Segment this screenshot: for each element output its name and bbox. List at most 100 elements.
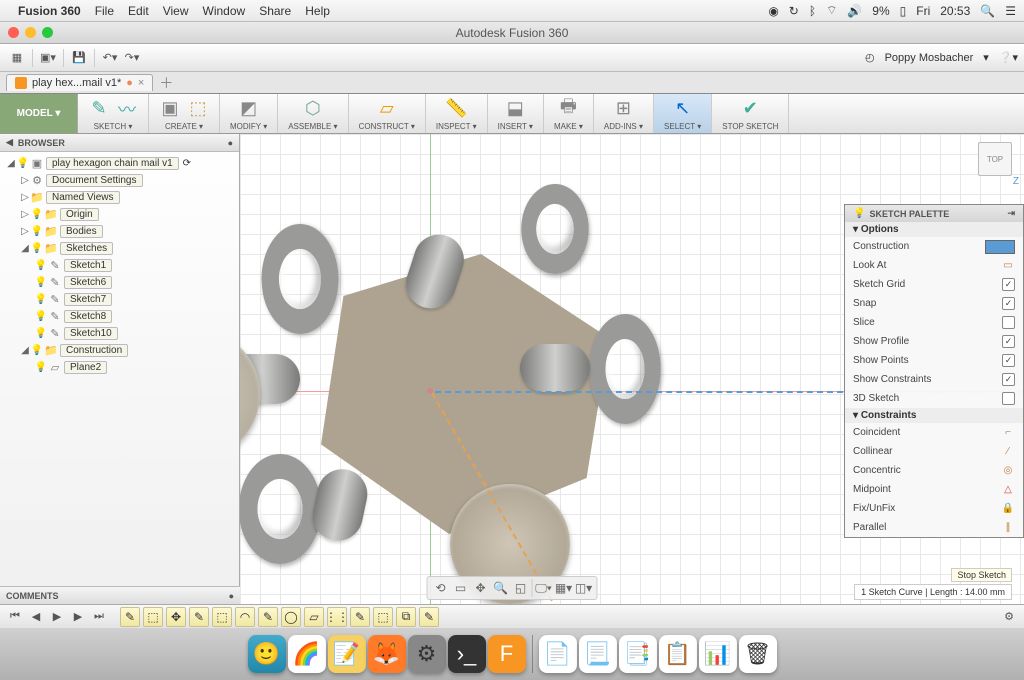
grid-icon[interactable]: ▦▾ (555, 579, 573, 597)
feature-mirror[interactable]: ⧉ (396, 607, 416, 627)
tool-make[interactable]: 🖶MAKE ▾ (544, 94, 594, 133)
timeline-settings-icon[interactable]: ⚙ (1000, 608, 1018, 626)
tool-assemble[interactable]: ⬡ASSEMBLE ▾ (278, 94, 348, 133)
checkbox[interactable] (1002, 335, 1015, 348)
node-bodies[interactable]: ▷📁Bodies (0, 223, 239, 240)
timeline-end[interactable]: ⏭ (90, 608, 108, 626)
feature-extrude[interactable]: ⬚ (373, 607, 393, 627)
bulb-icon[interactable] (34, 259, 48, 273)
save-icon[interactable]: 💾 (68, 47, 90, 69)
lookat-icon[interactable]: ▭ (1001, 260, 1015, 271)
checkbox[interactable] (1002, 354, 1015, 367)
node-sketch6[interactable]: ✎Sketch6 (0, 274, 239, 291)
fusion-icon[interactable]: F (488, 635, 526, 673)
doc-icon[interactable]: 📋 (659, 635, 697, 673)
tool-modify[interactable]: ◩MODIFY ▾ (220, 94, 278, 133)
opt-3dsketch[interactable]: 3D Sketch (845, 389, 1023, 408)
firefox-icon[interactable]: 🦊 (368, 635, 406, 673)
doc-icon[interactable]: 📃 (579, 635, 617, 673)
lookat-icon[interactable]: ▭ (452, 579, 470, 597)
undo-icon[interactable]: ↶▾ (99, 47, 121, 69)
tool-addins[interactable]: ⊞ADD-INS ▾ (594, 94, 654, 133)
display-icon[interactable]: 🖵▾ (535, 579, 553, 597)
bulb-icon[interactable] (34, 310, 48, 324)
checkbox[interactable] (1002, 373, 1015, 386)
tool-inspect[interactable]: 📏INSPECT ▾ (426, 94, 488, 133)
trash-icon[interactable]: 🗑 (739, 635, 777, 673)
menu-file[interactable]: File (95, 4, 114, 18)
bulb-icon[interactable] (30, 344, 44, 358)
opt-showpoints[interactable]: Show Points (845, 351, 1023, 370)
checkbox[interactable] (1002, 297, 1015, 310)
feature-fillet[interactable]: ◠ (235, 607, 255, 627)
bulb-icon[interactable] (34, 327, 48, 341)
menu-share[interactable]: Share (259, 4, 291, 18)
feature-sketch[interactable]: ✎ (350, 607, 370, 627)
terminal-icon[interactable]: ›_ (448, 635, 486, 673)
fit-icon[interactable]: ◱ (512, 579, 530, 597)
opt-sketchgrid[interactable]: Sketch Grid (845, 275, 1023, 294)
con-coincident[interactable]: Coincident⌐ (845, 423, 1023, 442)
bulb-icon[interactable] (34, 361, 48, 375)
node-sketches[interactable]: ◢📁Sketches (0, 240, 239, 257)
node-sketch10[interactable]: ✎Sketch10 (0, 325, 239, 342)
orbit-icon[interactable]: ⟲ (432, 579, 450, 597)
con-parallel[interactable]: Parallel∥ (845, 518, 1023, 537)
feature-sketch[interactable]: ✎ (258, 607, 278, 627)
zoom-icon[interactable]: 🔍 (492, 579, 510, 597)
checkbox[interactable] (1002, 316, 1015, 329)
settings-icon[interactable]: ⚙ (408, 635, 446, 673)
pan-icon[interactable]: ✥ (472, 579, 490, 597)
menu-help[interactable]: Help (305, 4, 330, 18)
timeline-back[interactable]: ◀ (27, 608, 45, 626)
bulb-icon[interactable] (34, 276, 48, 290)
palette-section-options[interactable]: ▾ Options (845, 222, 1023, 237)
bulb-icon[interactable] (34, 293, 48, 307)
tool-select[interactable]: ↖SELECT ▾ (654, 94, 712, 133)
opt-snap[interactable]: Snap (845, 294, 1023, 313)
app-menu[interactable]: Fusion 360 (18, 4, 81, 18)
bulb-icon[interactable] (30, 242, 44, 256)
menu-icon[interactable]: ☰ (1005, 4, 1016, 18)
node-origin[interactable]: ▷📁Origin (0, 206, 239, 223)
sketch-point[interactable] (427, 388, 433, 394)
node-sketch8[interactable]: ✎Sketch8 (0, 308, 239, 325)
node-doc-settings[interactable]: ▷⚙Document Settings (0, 172, 239, 189)
torus-body[interactable] (589, 314, 661, 424)
close-tab-icon[interactable]: × (138, 77, 144, 89)
feature-extrude[interactable]: ⬚ (143, 607, 163, 627)
comments-header[interactable]: COMMENTS● (0, 586, 240, 604)
node-plane2[interactable]: ▱Plane2 (0, 359, 239, 376)
feature-plane[interactable]: ▱ (304, 607, 324, 627)
feature-extrude[interactable]: ⬚ (212, 607, 232, 627)
help-icon[interactable]: ❔▾ (999, 51, 1018, 64)
photos-icon[interactable]: 🌈 (288, 635, 326, 673)
tool-insert[interactable]: ⬓INSERT ▾ (488, 94, 544, 133)
viewport-icon[interactable]: ◫▾ (575, 579, 593, 597)
feature-pattern[interactable]: ⋮⋮ (327, 607, 347, 627)
feature-sketch[interactable]: ✎ (120, 607, 140, 627)
menu-window[interactable]: Window (203, 4, 246, 18)
opt-showconstraints[interactable]: Show Constraints (845, 370, 1023, 389)
new-tab-button[interactable]: ＋ (159, 73, 173, 93)
palette-section-constraints[interactable]: ▾ Constraints (845, 408, 1023, 423)
feature-sketch[interactable]: ✎ (419, 607, 439, 627)
doc-icon[interactable]: 📄 (539, 635, 577, 673)
spotlight-icon[interactable]: 🔍 (980, 4, 995, 18)
menu-edit[interactable]: Edit (128, 4, 149, 18)
opt-construction[interactable]: Construction (845, 237, 1023, 256)
view-cube[interactable]: TOP (978, 142, 1012, 176)
user-name[interactable]: Poppy Mosbacher (885, 52, 974, 64)
menu-view[interactable]: View (163, 4, 189, 18)
job-status-icon[interactable]: ◴ (865, 51, 875, 64)
notes-icon[interactable]: 📝 (328, 635, 366, 673)
node-construction[interactable]: ◢📁Construction (0, 342, 239, 359)
palette-header[interactable]: 💡SKETCH PALETTE⇥ (845, 205, 1023, 222)
tool-sketch[interactable]: ✎〰SKETCH ▾ (78, 94, 149, 133)
node-named-views[interactable]: ▷📁Named Views (0, 189, 239, 206)
timeline-start[interactable]: ⏮ (6, 608, 24, 626)
opt-showprofile[interactable]: Show Profile (845, 332, 1023, 351)
data-panel-icon[interactable]: ▦ (6, 47, 28, 69)
doc-icon[interactable]: 📊 (699, 635, 737, 673)
con-fix[interactable]: Fix/UnFix🔒 (845, 499, 1023, 518)
